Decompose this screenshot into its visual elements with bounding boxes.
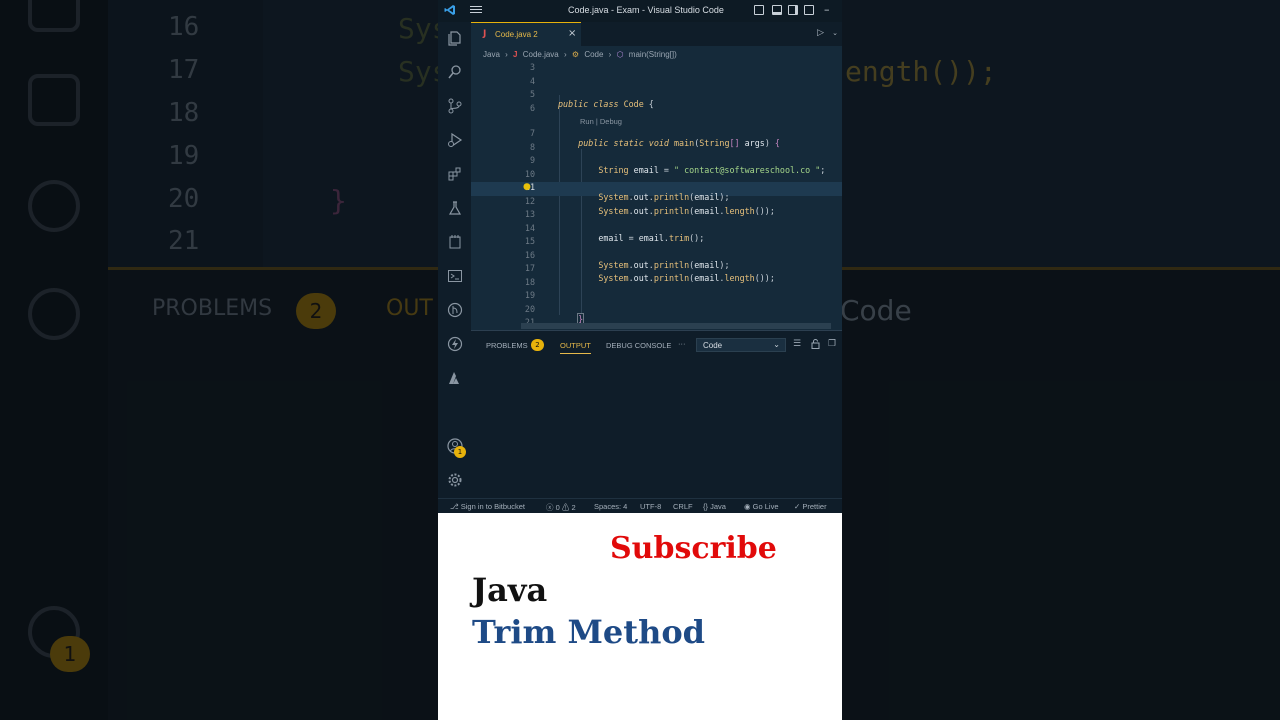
status-bar: ⎇ Sign in to Bitbucket ⓧ 0 ⚠ 2 Spaces: 4…	[438, 498, 842, 513]
terminal-icon[interactable]	[446, 268, 463, 285]
chevron-right-icon: ›	[564, 50, 567, 59]
run-java-icon[interactable]: ▷	[817, 28, 824, 38]
broadcast-icon: ◉	[744, 502, 751, 511]
more-actions-icon[interactable]: ···	[678, 339, 686, 348]
code-line: 13	[524, 209, 535, 219]
settings-gear-icon[interactable]	[446, 472, 463, 489]
tab-code-java[interactable]: J Code.java 2 ×	[471, 22, 581, 46]
breadcrumb-item[interactable]: Java	[483, 50, 500, 59]
encoding-status[interactable]: UTF-8	[640, 502, 661, 511]
code-line: 16 System.out.println(email);	[524, 249, 730, 270]
editor-group: J Code.java 2 × ▷ ⌄ Java › J Code.java ›…	[471, 22, 842, 330]
breadcrumb-item[interactable]: main(String[])	[629, 50, 677, 59]
code-line: 5 public class Code {	[529, 89, 654, 109]
hamburger-menu-icon[interactable]	[470, 4, 482, 16]
remote-explorer-icon[interactable]	[446, 234, 463, 251]
tab-debug-console[interactable]: DEBUG CONSOLE	[606, 341, 671, 350]
run-dropdown-chevron-icon[interactable]: ⌄	[832, 29, 838, 37]
azure-icon[interactable]	[446, 370, 463, 387]
codelens-run-debug[interactable]: Run | Debug	[580, 117, 622, 126]
braces-icon: {}	[703, 502, 709, 511]
code-line: 7 public static void main(String[] args)…	[529, 128, 780, 148]
code-line: 17 System.out.println(email.length());	[524, 263, 775, 283]
tab-label: Code.java 2	[495, 30, 538, 39]
method-symbol-icon: ⬡	[616, 50, 624, 59]
tab-close-icon[interactable]: ×	[568, 28, 576, 39]
code-line: 6	[529, 102, 535, 113]
promo-panel: Subscribe Java Trim Method	[438, 513, 842, 720]
bitbucket-status-icon: ⎇	[450, 502, 459, 511]
double-check-icon: ✓	[794, 502, 801, 511]
customize-layout-icon[interactable]	[804, 5, 814, 15]
horizontal-scrollbar[interactable]	[521, 323, 831, 329]
class-symbol-icon: ⚙	[571, 50, 580, 59]
lightning-icon[interactable]	[446, 336, 463, 353]
bottom-panel: PROBLEMS 2 OUTPUT DEBUG CONSOLE ··· Code…	[471, 330, 842, 498]
vscode-logo-icon	[444, 4, 458, 18]
explorer-icon[interactable]	[446, 30, 463, 47]
open-output-editor-icon[interactable]: ❐	[828, 339, 836, 349]
search-icon[interactable]	[446, 64, 463, 81]
breadcrumb: Java › J Code.java › ⚙ Code › ⬡ main(Str…	[483, 50, 680, 62]
toggle-secondary-sidebar-icon[interactable]	[788, 5, 798, 15]
chevron-right-icon: ›	[505, 50, 508, 59]
code-line: 9 String email = " contact@softwareschoo…	[529, 155, 826, 175]
bitbucket-status-item[interactable]: ⎇ Sign in to Bitbucket	[450, 502, 525, 511]
problems-count-badge: 2	[531, 339, 544, 351]
chevron-down-icon: ⌄	[773, 340, 780, 349]
breadcrumb-item[interactable]: Code.java	[523, 50, 559, 59]
output-channel-value: Code	[703, 341, 723, 350]
tab-output[interactable]: OUTPUT	[560, 341, 591, 354]
prettier-status[interactable]: ✓ Prettier	[794, 502, 827, 511]
code-line: 10	[524, 168, 535, 179]
clear-output-icon[interactable]: ☰	[793, 339, 801, 349]
eol-status[interactable]: CRLF	[673, 502, 693, 511]
vscode-window: Code.java - Exam - Visual Studio Code –	[438, 0, 842, 720]
code-line: 3	[529, 62, 535, 72]
toggle-sidebar-icon[interactable]	[754, 5, 764, 15]
problems-status-item[interactable]: ⓧ 0 ⚠ 2	[546, 502, 576, 513]
window-title: Code.java - Exam - Visual Studio Code	[568, 5, 724, 15]
activity-bar: 1	[438, 22, 471, 498]
indentation-status[interactable]: Spaces: 4	[594, 502, 627, 511]
source-control-icon[interactable]	[446, 98, 463, 115]
java-file-icon: J	[513, 50, 518, 59]
code-line: 15	[524, 236, 535, 246]
promo-title-line2: Trim Method	[472, 613, 706, 651]
lightbulb-icon[interactable]: ●	[523, 182, 531, 192]
account-badge: 1	[454, 446, 466, 458]
title-bar: Code.java - Exam - Visual Studio Code –	[438, 0, 842, 22]
error-icon: ⓧ	[546, 503, 554, 512]
lock-scroll-icon[interactable]	[811, 339, 820, 352]
go-live-status[interactable]: ◉ Go Live	[744, 502, 779, 511]
run-debug-icon[interactable]	[446, 132, 463, 149]
breadcrumb-item[interactable]: Code	[584, 50, 603, 59]
minimize-icon[interactable]: –	[824, 3, 830, 16]
warning-icon: ⚠	[561, 503, 570, 512]
bitbucket-icon[interactable]	[446, 302, 463, 319]
java-file-icon: J	[483, 29, 487, 39]
subscribe-text: Subscribe	[610, 531, 777, 566]
code-line: 4	[529, 75, 535, 86]
extensions-icon[interactable]	[446, 166, 463, 183]
output-channel-select[interactable]: Code ⌄	[696, 338, 786, 352]
code-area[interactable]: 3 4 5 public class Code { 6 Run | Debug …	[471, 62, 842, 330]
code-line: 18	[524, 276, 535, 287]
tab-problems[interactable]: PROBLEMS	[486, 341, 528, 350]
code-line: 12 System.out.println(email.length());	[524, 195, 775, 216]
code-line: 19	[524, 290, 535, 300]
code-line: 8	[529, 141, 535, 152]
testing-flask-icon[interactable]	[446, 200, 463, 217]
toggle-panel-icon[interactable]	[772, 5, 782, 15]
code-line: 20 }	[524, 303, 585, 325]
promo-title-line1: Java	[472, 571, 548, 609]
tab-bar: J Code.java 2 × ▷ ⌄	[471, 22, 842, 46]
language-status[interactable]: {} Java	[703, 502, 726, 511]
chevron-right-icon: ›	[608, 50, 612, 59]
code-line: 14 email = email.trim();	[524, 222, 705, 243]
